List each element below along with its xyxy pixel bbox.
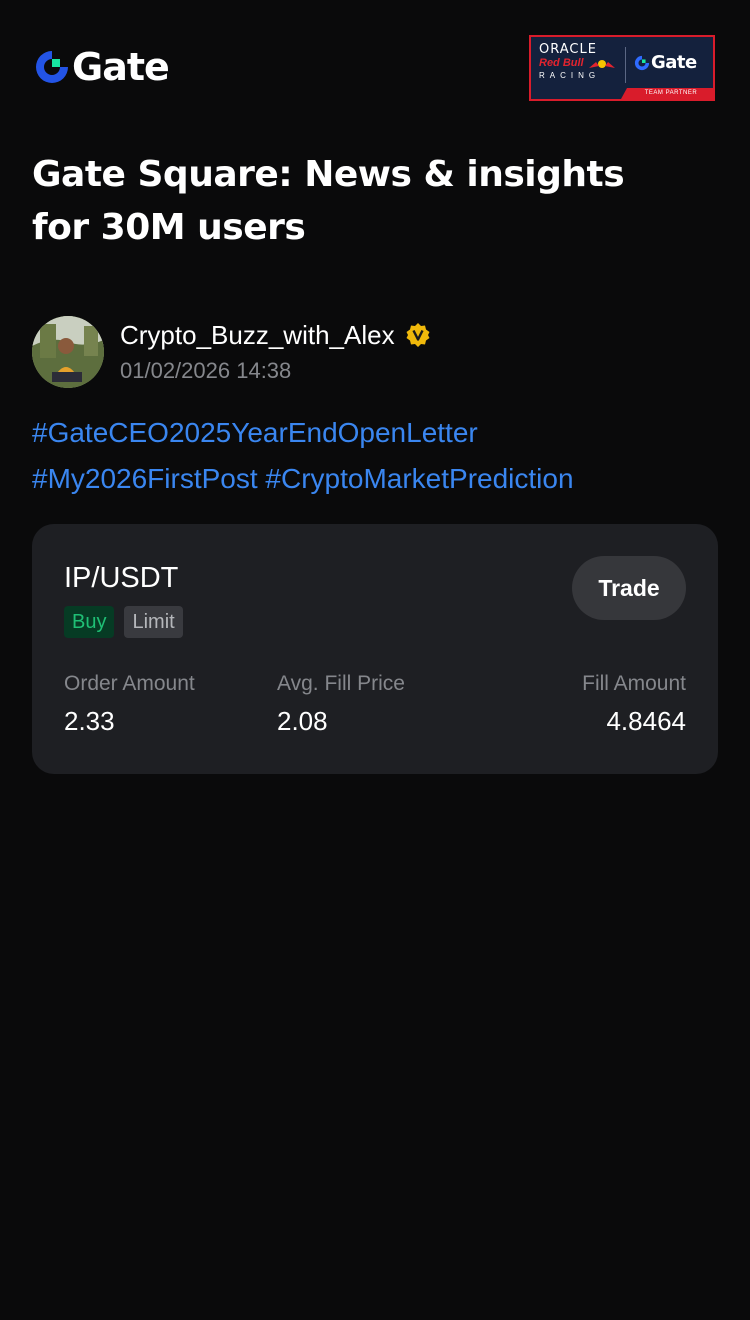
- hashtags: #GateCEO2025YearEndOpenLetter #My2026Fir…: [32, 410, 722, 502]
- stat-label: Order Amount: [64, 672, 195, 695]
- order-stats: Order Amount 2.33 Avg. Fill Price 2.08 F…: [64, 670, 686, 740]
- order-type-badge: Limit: [124, 606, 183, 638]
- header: Gate ORACLE Red Bull RACING Gate TEAM PA…: [0, 0, 750, 130]
- avatar[interactable]: [32, 316, 104, 388]
- order-tags: Buy Limit: [64, 606, 193, 638]
- stat-avg-fill-price: Avg. Fill Price 2.08: [277, 670, 405, 740]
- trading-pair: IP/USDT: [64, 562, 179, 594]
- partner-divider: [625, 47, 626, 83]
- side-badge: Buy: [64, 606, 115, 638]
- stat-value: 4.8464: [606, 706, 686, 736]
- partner-racing-text: RACING: [539, 71, 601, 80]
- stat-order-amount: Order Amount 2.33: [64, 670, 195, 740]
- partner-banner[interactable]: ORACLE Red Bull RACING Gate TEAM PARTNER: [529, 35, 715, 101]
- red-bull-icon: [589, 60, 615, 68]
- partner-gate-logo: Gate: [634, 52, 697, 73]
- avatar-photo: [32, 316, 104, 388]
- trade-button[interactable]: Trade: [572, 556, 686, 620]
- stat-label: Avg. Fill Price: [277, 672, 405, 695]
- post-timestamp: 01/02/2026 14:38: [120, 358, 292, 383]
- partner-gate-text: Gate: [651, 52, 697, 73]
- trade-card[interactable]: IP/USDT Buy Limit Trade Order Amount 2.3…: [32, 524, 718, 774]
- stat-value: 2.08: [277, 706, 328, 736]
- gate-logo-icon: [36, 51, 68, 83]
- hashtag-link[interactable]: #CryptoMarketPrediction: [265, 463, 573, 494]
- verified-badge-icon: [406, 323, 430, 347]
- partner-oracle-text: ORACLE: [539, 42, 597, 57]
- page-title: Gate Square: News & insights for 30M use…: [32, 154, 625, 248]
- author-name[interactable]: Crypto_Buzz_with_Alex: [120, 318, 395, 352]
- hashtag-link[interactable]: #GateCEO2025YearEndOpenLetter: [32, 417, 478, 448]
- stat-value: 2.33: [64, 706, 115, 736]
- gate-logo[interactable]: Gate: [34, 45, 170, 89]
- logo-text: Gate: [72, 45, 170, 89]
- stat-label: Fill Amount: [582, 672, 686, 695]
- gate-mini-icon: [634, 55, 650, 70]
- stat-fill-amount: Fill Amount 4.8464: [582, 670, 686, 740]
- author-name-row: Crypto_Buzz_with_Alex: [120, 318, 431, 352]
- post-author[interactable]: Crypto_Buzz_with_Alex 01/02/2026 14:38: [32, 316, 722, 388]
- partner-ribbon: TEAM PARTNER: [621, 88, 713, 99]
- hashtag-link[interactable]: #My2026FirstPost: [32, 463, 258, 494]
